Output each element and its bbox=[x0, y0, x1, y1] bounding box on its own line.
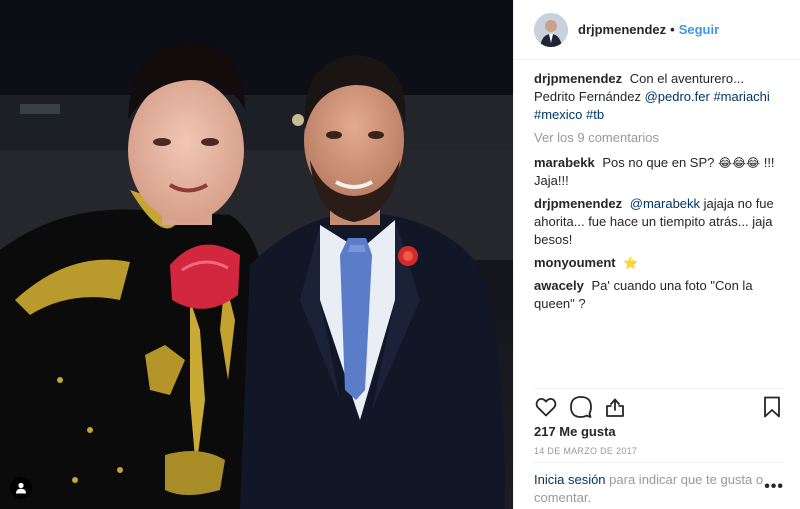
comment-username[interactable]: drjpmenendez bbox=[534, 196, 622, 211]
follow-button[interactable]: Seguir bbox=[679, 22, 719, 37]
instagram-post: drjpmenendez • Seguir drjpmenendez Con e… bbox=[0, 0, 800, 509]
avatar[interactable] bbox=[534, 12, 568, 47]
photo-scene bbox=[0, 0, 513, 509]
share-icon[interactable] bbox=[603, 395, 627, 419]
star-emoji: ⭐ bbox=[623, 256, 639, 270]
bookmark-icon[interactable] bbox=[760, 395, 784, 419]
caption-mention[interactable]: @pedro.fer bbox=[645, 89, 710, 104]
comment-bubble-icon[interactable] bbox=[569, 395, 593, 419]
more-options-button[interactable]: ••• bbox=[764, 478, 784, 496]
header-separator: • bbox=[670, 22, 675, 37]
comment-username[interactable]: marabekk bbox=[534, 155, 595, 170]
caption-username[interactable]: drjpmenendez bbox=[534, 71, 622, 86]
post-date[interactable]: 14 DE MARZO DE 2017 bbox=[534, 446, 637, 456]
user-tag-button[interactable] bbox=[10, 477, 32, 499]
comment-item: monyoument ⭐ bbox=[534, 254, 786, 272]
post-header: drjpmenendez • Seguir bbox=[514, 0, 800, 60]
avatar-image bbox=[534, 12, 568, 47]
comments-list: drjpmenendez Con el aventurero... Pedrit… bbox=[534, 70, 786, 318]
post-photo[interactable] bbox=[0, 0, 513, 509]
login-link[interactable]: Inicia sesión bbox=[534, 472, 606, 487]
comment-text: Pos no que en SP? bbox=[602, 155, 715, 170]
login-prompt: Inicia sesión para indicar que te gusta … bbox=[534, 462, 784, 507]
comment-username[interactable]: awacely bbox=[534, 278, 584, 293]
comment-mention[interactable]: @marabekk bbox=[630, 196, 700, 211]
heart-icon[interactable] bbox=[534, 395, 558, 419]
user-tag-icon bbox=[16, 482, 26, 494]
comment-item: marabekk Pos no que en SP? 😂😂😂 !!! Jaja!… bbox=[534, 154, 786, 190]
caption: drjpmenendez Con el aventurero... Pedrit… bbox=[534, 70, 786, 124]
laughing-emoji: 😂😂😂 bbox=[718, 156, 761, 170]
likes-count[interactable]: 217 Me gusta bbox=[534, 424, 616, 439]
post-side-panel: drjpmenendez • Seguir drjpmenendez Con e… bbox=[513, 0, 800, 509]
comment-item: drjpmenendez @marabekk jajaja no fue aho… bbox=[534, 195, 786, 249]
comment-username[interactable]: monyoument bbox=[534, 255, 616, 270]
view-all-comments-link[interactable]: Ver los 9 comentarios bbox=[534, 129, 786, 147]
comment-item: awacely Pa' cuando una foto "Con la quee… bbox=[534, 277, 786, 313]
post-actions bbox=[534, 388, 784, 428]
header-username[interactable]: drjpmenendez bbox=[578, 22, 666, 37]
